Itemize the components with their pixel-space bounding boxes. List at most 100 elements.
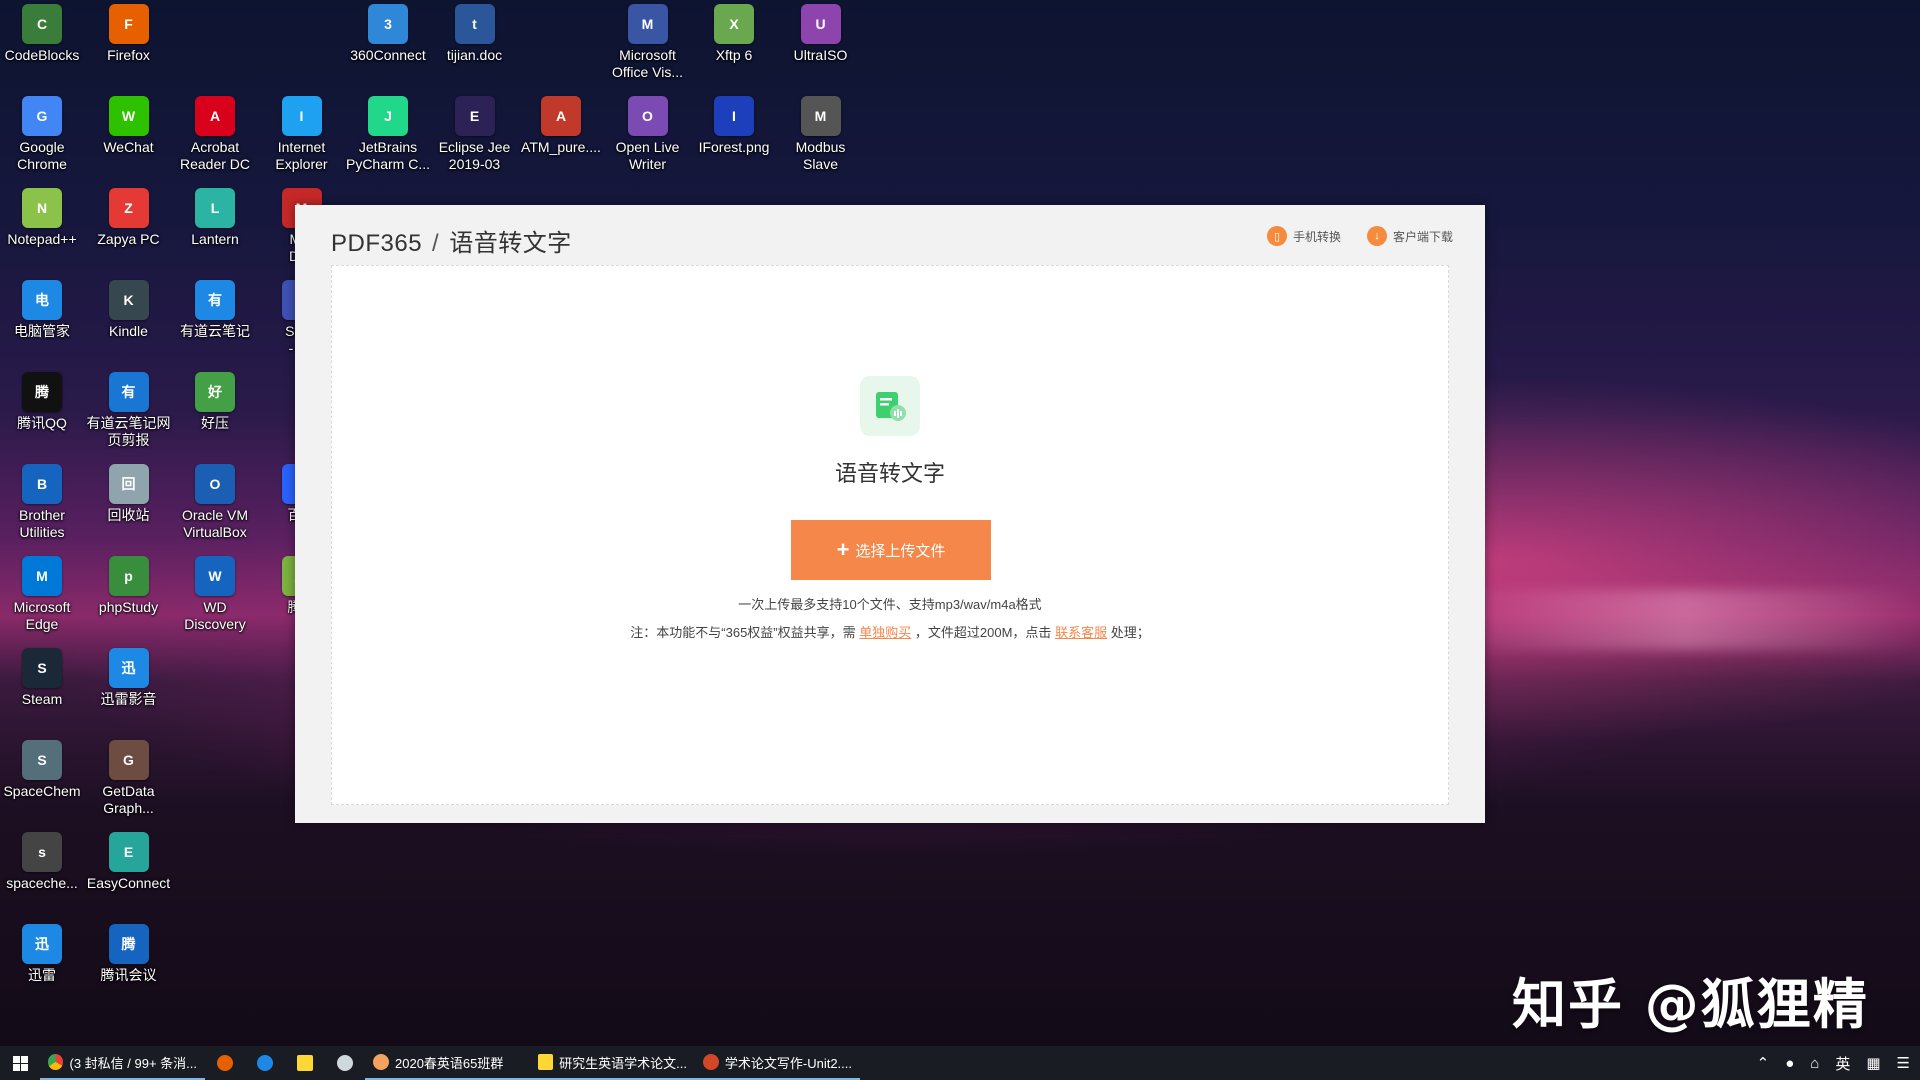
codeblocks-icon: C — [22, 4, 62, 44]
desktop-icon[interactable]: J JetBrains PyCharm C... — [345, 96, 431, 173]
desktop-icon[interactable]: E EasyConnect — [86, 832, 172, 892]
upload-file-button[interactable]: + 选择上传文件 — [791, 520, 991, 580]
desktop-icon[interactable]: M Modbus Slave — [778, 96, 864, 173]
desktop-icon[interactable]: 腾腾讯会议 — [86, 924, 172, 984]
desktop-icon-label: EasyConnect — [86, 875, 171, 891]
desktop-icon[interactable]: p phpStudy — [86, 556, 172, 616]
contact-support-link[interactable]: 联系客服 — [1055, 625, 1107, 640]
brand-link[interactable]: PDF365 — [331, 230, 422, 257]
desktop-icon[interactable]: 腾腾讯QQ — [0, 372, 85, 432]
desktop-icon[interactable]: 迅迅雷影音 — [86, 648, 172, 708]
desktop-icon-label: WeChat — [103, 139, 154, 155]
desktop-icon[interactable]: A ATM_pure.... — [518, 96, 604, 156]
breadcrumb-separator: / — [432, 230, 440, 257]
live-writer-icon: O — [627, 96, 668, 136]
kindle-icon: K — [108, 280, 149, 320]
desktop-icon[interactable]: 有有道云笔记网 页剪报 — [86, 372, 172, 449]
client-download-label: 客户端下载 — [1392, 229, 1453, 244]
eclipse-icon: E — [454, 96, 495, 136]
desktop-icon[interactable]: A Acrobat Reader DC — [172, 96, 258, 173]
360connect-icon: 3 — [368, 4, 408, 44]
desktop-icon[interactable]: G GetData Graph... — [86, 740, 172, 817]
ultraiso-icon: U — [800, 4, 841, 44]
desktop-icon[interactable]: 有有道云笔记 — [172, 280, 258, 340]
acrobat-icon: A — [195, 96, 235, 136]
desktop-icon[interactable]: K Kindle — [86, 280, 172, 340]
taskbar-item-powerpoint[interactable]: 学术论文写作-Unit2.... — [695, 1046, 860, 1080]
desktop-icon[interactable]: s spaceche... — [0, 832, 85, 892]
page-title: 语音转文字 — [449, 230, 572, 257]
desktop-icon[interactable]: X Xftp 6 — [691, 4, 777, 64]
plus-icon: + — [836, 537, 850, 562]
desktop-icon-label: tijian.doc — [446, 47, 503, 63]
taskbar-pin-firefox[interactable] — [205, 1046, 245, 1080]
desktop-icon[interactable]: t tijian.doc — [432, 4, 518, 64]
desktop-icon[interactable]: Z Zapya PC — [86, 188, 172, 248]
qq-tray-icon[interactable]: ● — [1785, 1055, 1794, 1072]
taskbar-item-file[interactable]: 研究生英语学术论文... — [530, 1046, 695, 1080]
easyconnect-icon: E — [108, 832, 149, 872]
desktop-icon[interactable]: G Google Chrome — [0, 96, 85, 173]
desktop-icon[interactable]: N Notepad++ — [0, 188, 85, 248]
network-icon[interactable]: ⌂ — [1810, 1055, 1819, 1072]
taskbar-pin-search[interactable] — [245, 1046, 285, 1080]
desktop-icon[interactable]: L Lantern — [172, 188, 258, 248]
chrome-icon — [48, 1054, 64, 1070]
chevron-up-icon[interactable]: ⌃ — [1757, 1054, 1770, 1072]
desktop-icon[interactable]: M Microsoft Office Vis... — [605, 4, 691, 81]
page-breadcrumb: PDF365 / 语音转文字 — [331, 223, 572, 258]
spacechem-icon: S — [22, 740, 62, 780]
desktop-icon-label: 好压 — [201, 415, 229, 431]
desktop-icon-label: GetData Graph... — [102, 783, 155, 816]
firefox-icon: F — [108, 4, 149, 44]
desktop-icon-label: Oracle VM VirtualBox — [181, 507, 249, 540]
tencent-meeting-icon: 腾 — [108, 924, 149, 964]
taskbar-pin-app[interactable] — [325, 1046, 365, 1080]
desktop-icon[interactable]: 3 360Connect — [345, 4, 431, 64]
taskbar-item-chrome[interactable]: (3 封私信 / 99+ 条消... — [40, 1046, 205, 1080]
zapya-icon: Z — [108, 188, 149, 228]
start-button[interactable] — [0, 1046, 40, 1080]
upload-panel[interactable]: 语音转文字 + 选择上传文件 一次上传最多支持10个文件、支持mp3/wav/m… — [331, 265, 1449, 805]
buy-separately-link[interactable]: 单独购买 — [859, 625, 911, 640]
desktop-icon[interactable]: 好好压 — [172, 372, 258, 432]
desktop-icon[interactable]: M Microsoft Edge — [0, 556, 85, 633]
desktop-icon[interactable]: C CodeBlocks — [0, 4, 85, 64]
mobile-convert-link[interactable]: ▯ 手机转换 — [1266, 226, 1341, 246]
keyboard-icon[interactable]: ▦ — [1866, 1054, 1880, 1072]
desktop-icon[interactable]: W WD Discovery — [172, 556, 258, 633]
wd-icon: W — [195, 556, 235, 596]
notification-icon[interactable]: ☰ — [1897, 1054, 1910, 1072]
visio-icon: M — [627, 4, 668, 44]
speech-to-text-icon — [860, 376, 920, 436]
desktop-icon[interactable]: W WeChat — [86, 96, 172, 156]
notice-middle: ，文件超过200M，点击 — [914, 625, 1052, 640]
client-download-link[interactable]: ↓ 客户端下载 — [1366, 226, 1453, 246]
desktop-icon[interactable]: 回回收站 — [86, 464, 172, 524]
desktop-icon[interactable]: O Open Live Writer — [605, 96, 691, 173]
desktop-icon[interactable]: O Oracle VM VirtualBox — [172, 464, 258, 541]
desktop-icon[interactable]: 电电脑管家 — [0, 280, 85, 340]
desktop-icon-label: Eclipse Jee 2019-03 — [438, 139, 511, 172]
desktop-icon-label: Open Live Writer — [615, 139, 680, 172]
desktop-icon[interactable]: E Eclipse Jee 2019-03 — [432, 96, 518, 173]
desktop-icon-label: Microsoft Edge — [13, 599, 71, 632]
desktop-icon[interactable]: I Internet Explorer — [259, 96, 345, 173]
desktop-icon[interactable]: I IForest.png — [691, 96, 777, 156]
desktop-icon[interactable]: B Brother Utilities — [0, 464, 85, 541]
taskbar-pin-notes[interactable] — [285, 1046, 325, 1080]
desktop-icon-label: 腾讯QQ — [17, 415, 67, 431]
desktop-icon[interactable]: S SpaceChem — [0, 740, 85, 800]
getdata-icon: G — [108, 740, 149, 780]
ime-indicator[interactable]: 英 — [1835, 1053, 1850, 1074]
file-icon — [538, 1054, 554, 1070]
desktop-icon-label: Lantern — [191, 231, 239, 247]
desktop-icon-label: Microsoft Office Vis... — [611, 47, 684, 80]
taskbar-item-chat[interactable]: 2020春英语65班群 — [365, 1046, 530, 1080]
desktop-icon[interactable]: S Steam — [0, 648, 85, 708]
desktop-icon[interactable]: 迅迅雷 — [0, 924, 85, 984]
desktop-icon[interactable]: U UltraISO — [778, 4, 864, 64]
lake-reflection — [1450, 590, 1920, 650]
qq-icon: 腾 — [22, 372, 62, 412]
desktop-icon[interactable]: F Firefox — [86, 4, 172, 64]
